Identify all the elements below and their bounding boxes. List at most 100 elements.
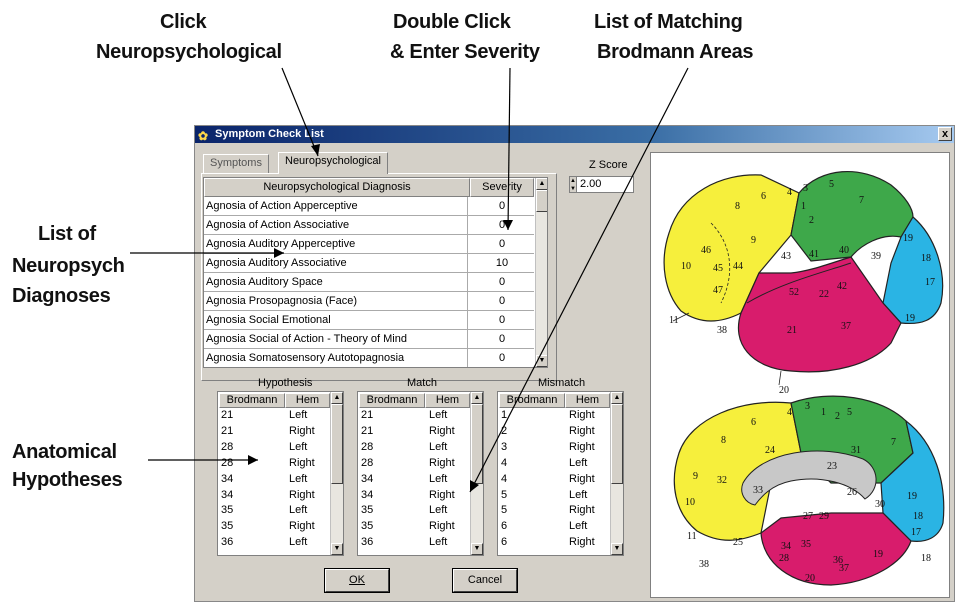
list-item[interactable]: 4 Left	[498, 457, 610, 469]
list-item[interactable]: 21 Right	[358, 425, 470, 437]
severity-cell[interactable]: 0	[470, 273, 534, 291]
scroll-up-icon[interactable]: ▲	[471, 392, 483, 404]
diagnosis-cell[interactable]: Agnosia Prosopagnosia (Face)	[206, 292, 468, 311]
match-list[interactable]: Brodmann Hem 21 Left 21 Right 28 Left 28 Right 34 L…	[357, 391, 484, 556]
diagnosis-cell[interactable]: Agnosia of Action Apperceptive	[206, 197, 468, 216]
app-icon: ✿	[198, 129, 209, 143]
severity-cell[interactable]: 0	[470, 292, 534, 310]
zscore-input[interactable]: 2.00	[576, 176, 634, 193]
scroll-thumb[interactable]	[331, 404, 343, 484]
brodmann-area-label: 35	[801, 539, 811, 550]
scroll-down-icon[interactable]: ▼	[611, 543, 623, 555]
hem-column-header[interactable]: Hem	[285, 393, 330, 408]
brodmann-value: 36	[221, 536, 234, 549]
list-item[interactable]: 6 Left	[498, 520, 610, 532]
tab-neuropsychological[interactable]: Neuropsychological	[278, 152, 388, 174]
diagnosis-cell[interactable]: Agnosia Social Emotional	[206, 311, 468, 330]
list-item[interactable]: 35 Left	[218, 504, 330, 516]
diagnosis-cell[interactable]: Agnosia of Action Associative	[206, 216, 468, 235]
brodmann-column-header[interactable]: Brodmann	[219, 393, 285, 408]
diagnosis-row[interactable]: Agnosia Prosopagnosia (Face) 0	[204, 292, 534, 311]
list-item[interactable]: 6 Right	[498, 536, 610, 548]
diagnosis-row[interactable]: Agnosia Auditory Apperceptive 0	[204, 235, 534, 254]
scroll-down-icon[interactable]: ▼	[471, 543, 483, 555]
diagnosis-cell[interactable]: Agnosia Auditory Space	[206, 273, 468, 292]
list-item[interactable]: 36 Left	[218, 536, 330, 548]
grid-scrollbar[interactable]: ▲ ▼	[535, 178, 547, 367]
diagnosis-cell[interactable]: Agnosia Auditory Associative	[206, 254, 468, 273]
hem-column-header[interactable]: Hem	[565, 393, 610, 408]
scroll-down-icon[interactable]: ▼	[536, 355, 547, 367]
list-item[interactable]: 35 Right	[218, 520, 330, 532]
list-item[interactable]: 34 Right	[358, 489, 470, 501]
list-item[interactable]: 28 Right	[218, 457, 330, 469]
severity-cell[interactable]: 0	[470, 216, 534, 234]
diagnosis-row[interactable]: Agnosia Somatosensory Autotopagnosia 0	[204, 349, 534, 367]
diagnosis-row[interactable]: Agnosia of Action Apperceptive 0	[204, 197, 534, 216]
brodmann-area-label: 10	[681, 261, 691, 272]
list-item[interactable]: 36 Left	[358, 536, 470, 548]
list-item[interactable]: 28 Left	[358, 441, 470, 453]
scroll-thumb[interactable]	[471, 404, 483, 484]
annotation-double-click: Double Click	[393, 11, 511, 33]
severity-cell[interactable]: 0	[470, 235, 534, 253]
brodmann-value: 21	[221, 424, 234, 437]
scroll-up-icon[interactable]: ▲	[331, 392, 343, 404]
scroll-thumb[interactable]	[536, 190, 547, 212]
scroll-up-icon[interactable]: ▲	[611, 392, 623, 404]
brodmann-column-header[interactable]: Brodmann	[499, 393, 565, 408]
scroll-up-icon[interactable]: ▲	[536, 178, 547, 190]
diagnosis-row[interactable]: Agnosia Auditory Associative 10	[204, 254, 534, 273]
close-icon[interactable]: x	[938, 127, 952, 141]
mismatch-list[interactable]: Brodmann Hem 1 Right 2 Right 3 Right 4 Left 4 Right…	[497, 391, 624, 556]
diagnosis-cell[interactable]: Agnosia Somatosensory Autotopagnosia	[206, 349, 468, 367]
severity-column-header[interactable]: Severity	[470, 178, 534, 197]
tab-symptoms[interactable]: Symptoms	[203, 154, 269, 173]
list-item[interactable]: 5 Right	[498, 504, 610, 516]
hem-value: Right	[569, 536, 595, 549]
list-item[interactable]: 21 Left	[358, 409, 470, 421]
list-item[interactable]: 1 Right	[498, 409, 610, 421]
list-item[interactable]: 4 Right	[498, 473, 610, 485]
brodmann-area-label: 44	[733, 261, 743, 272]
list-item[interactable]: 2 Right	[498, 425, 610, 437]
list-item[interactable]: 35 Left	[358, 504, 470, 516]
list-item[interactable]: 21 Right	[218, 425, 330, 437]
brodmann-column-header[interactable]: Brodmann	[359, 393, 425, 408]
diagnosis-row[interactable]: Agnosia of Action Associative 0	[204, 216, 534, 235]
diagnosis-row[interactable]: Agnosia Social Emotional 0	[204, 311, 534, 330]
ok-button[interactable]: OK	[324, 568, 390, 593]
list-item[interactable]: 21 Left	[218, 409, 330, 421]
list-item[interactable]: 28 Right	[358, 457, 470, 469]
brodmann-value: 21	[361, 409, 374, 421]
annotation-click-neuro: Click	[160, 11, 207, 33]
severity-cell[interactable]: 0	[470, 311, 534, 329]
list-item[interactable]: 34 Left	[358, 473, 470, 485]
diagnosis-cell[interactable]: Agnosia Social of Action - Theory of Min…	[206, 330, 468, 349]
severity-cell[interactable]: 10	[470, 254, 534, 272]
list-scrollbar[interactable]: ▲ ▼	[330, 392, 343, 555]
hypothesis-list[interactable]: Brodmann Hem 21 Left 21 Right 28 Left 28 Right 34 L…	[217, 391, 344, 556]
brodmann-area-label: 18	[913, 511, 923, 522]
list-item[interactable]: 34 Left	[218, 473, 330, 485]
list-scrollbar[interactable]: ▲ ▼	[470, 392, 483, 555]
severity-cell[interactable]: 0	[470, 197, 534, 215]
scroll-thumb[interactable]	[611, 404, 623, 484]
list-item[interactable]: 35 Right	[358, 520, 470, 532]
window-titlebar[interactable]: ✿ Symptom Check List x	[195, 126, 954, 143]
diagnosis-cell[interactable]: Agnosia Auditory Apperceptive	[206, 235, 468, 254]
list-item[interactable]: 34 Right	[218, 489, 330, 501]
list-item[interactable]: 5 Left	[498, 489, 610, 501]
severity-cell[interactable]: 0	[470, 349, 534, 367]
diagnosis-row[interactable]: Agnosia Auditory Space 0	[204, 273, 534, 292]
brodmann-area-label: 52	[789, 287, 799, 298]
list-item[interactable]: 3 Right	[498, 441, 610, 453]
diagnosis-row[interactable]: Agnosia Social of Action - Theory of Min…	[204, 330, 534, 349]
list-scrollbar[interactable]: ▲ ▼	[610, 392, 623, 555]
hem-column-header[interactable]: Hem	[425, 393, 470, 408]
diagnosis-column-header[interactable]: Neuropsychological Diagnosis	[204, 178, 470, 197]
scroll-down-icon[interactable]: ▼	[331, 543, 343, 555]
cancel-button[interactable]: Cancel	[452, 568, 518, 593]
severity-cell[interactable]: 0	[470, 330, 534, 348]
list-item[interactable]: 28 Left	[218, 441, 330, 453]
